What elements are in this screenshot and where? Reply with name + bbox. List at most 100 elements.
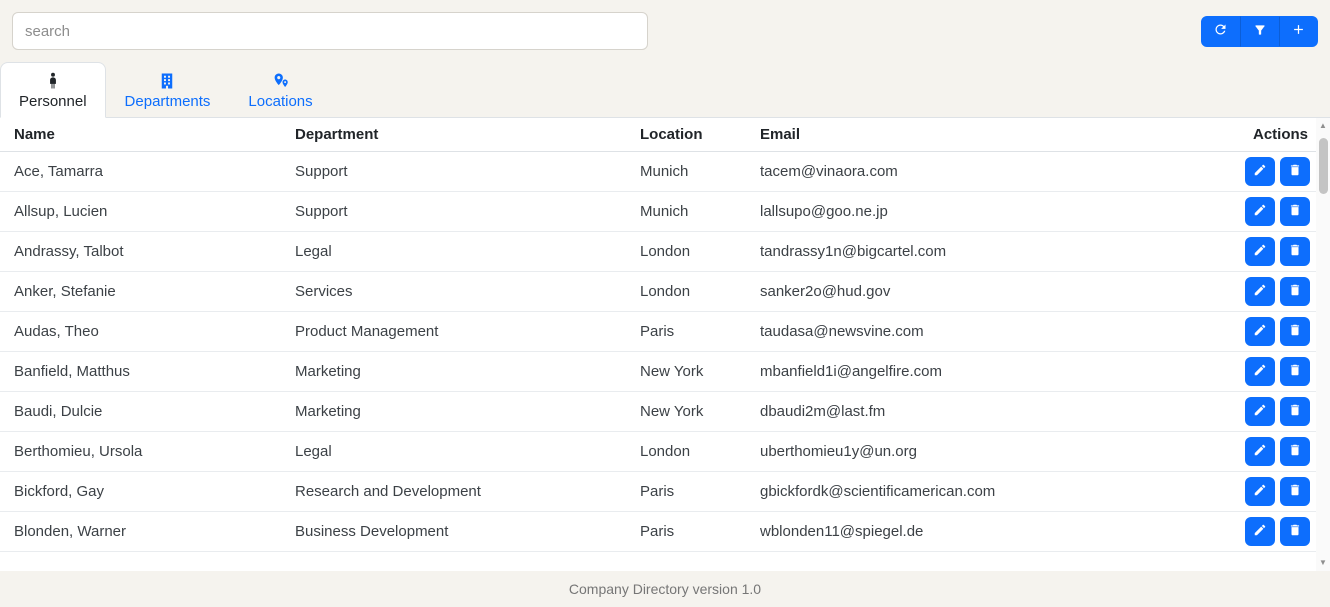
add-button[interactable]: [1279, 16, 1318, 47]
scrollbar-thumb[interactable]: [1319, 138, 1328, 194]
pencil-icon: [1253, 403, 1267, 420]
cell-location: London: [626, 272, 746, 312]
trash-icon: [1288, 283, 1302, 300]
cell-actions: [1225, 392, 1316, 432]
edit-button[interactable]: [1245, 477, 1275, 506]
cell-location: Paris: [626, 312, 746, 352]
delete-button[interactable]: [1280, 277, 1310, 306]
tab-locations[interactable]: Locations: [229, 62, 331, 118]
cell-location: Munich: [626, 192, 746, 232]
cell-email: wblonden11@spiegel.de: [746, 512, 1225, 552]
table-row: Anker, StefanieServicesLondonsanker2o@hu…: [0, 272, 1316, 312]
edit-button[interactable]: [1245, 317, 1275, 346]
table-row: Andrassy, TalbotLegalLondontandrassy1n@b…: [0, 232, 1316, 272]
edit-button[interactable]: [1245, 357, 1275, 386]
trash-icon: [1288, 243, 1302, 260]
cell-actions: [1225, 432, 1316, 472]
cell-department: Marketing: [281, 392, 626, 432]
cell-email: tandrassy1n@bigcartel.com: [746, 232, 1225, 272]
delete-button[interactable]: [1280, 197, 1310, 226]
cell-department: Legal: [281, 432, 626, 472]
cell-name: Berthomieu, Ursola: [0, 432, 281, 472]
edit-button[interactable]: [1245, 157, 1275, 186]
delete-button[interactable]: [1280, 517, 1310, 546]
funnel-icon: [1253, 23, 1267, 40]
cell-location: London: [626, 432, 746, 472]
cell-department: Marketing: [281, 352, 626, 392]
cell-department: Business Development: [281, 512, 626, 552]
table-row: Baudi, DulcieMarketingNew Yorkdbaudi2m@l…: [0, 392, 1316, 432]
col-header-location: Location: [626, 118, 746, 152]
trash-icon: [1288, 323, 1302, 340]
table-body: Ace, TamarraSupportMunichtacem@vinaora.c…: [0, 152, 1316, 552]
trash-icon: [1288, 523, 1302, 540]
pencil-icon: [1253, 243, 1267, 260]
cell-location: New York: [626, 352, 746, 392]
delete-button[interactable]: [1280, 397, 1310, 426]
delete-button[interactable]: [1280, 157, 1310, 186]
cell-email: taudasa@newsvine.com: [746, 312, 1225, 352]
edit-button[interactable]: [1245, 397, 1275, 426]
cell-actions: [1225, 512, 1316, 552]
tab-personnel[interactable]: Personnel: [0, 62, 106, 118]
col-header-name: Name: [0, 118, 281, 152]
person-icon: [44, 71, 62, 90]
footer-text: Company Directory version 1.0: [569, 581, 761, 597]
filter-button[interactable]: [1240, 16, 1279, 47]
pencil-icon: [1253, 523, 1267, 540]
table-row: Allsup, LucienSupportMunichlallsupo@goo.…: [0, 192, 1316, 232]
delete-button[interactable]: [1280, 477, 1310, 506]
delete-button[interactable]: [1280, 317, 1310, 346]
tab-departments[interactable]: Departments: [106, 62, 230, 118]
cell-location: London: [626, 232, 746, 272]
scroll-up-arrow-icon[interactable]: ▲: [1316, 118, 1330, 134]
delete-button[interactable]: [1280, 357, 1310, 386]
search-input[interactable]: [12, 12, 648, 50]
cell-actions: [1225, 272, 1316, 312]
edit-button[interactable]: [1245, 277, 1275, 306]
refresh-button[interactable]: [1201, 16, 1240, 47]
cell-department: Support: [281, 152, 626, 192]
tab-bar: Personnel Departments Locations: [0, 58, 1330, 118]
table-row: Audas, TheoProduct ManagementParistaudas…: [0, 312, 1316, 352]
pencil-icon: [1253, 443, 1267, 460]
trash-icon: [1288, 443, 1302, 460]
cell-department: Support: [281, 192, 626, 232]
table-row: Berthomieu, UrsolaLegalLondonuberthomieu…: [0, 432, 1316, 472]
table-container: Name Department Location Email Actions A…: [0, 118, 1330, 571]
cell-email: lallsupo@goo.ne.jp: [746, 192, 1225, 232]
scroll-down-arrow-icon[interactable]: ▼: [1316, 555, 1330, 571]
pencil-icon: [1253, 323, 1267, 340]
table-row: Ace, TamarraSupportMunichtacem@vinaora.c…: [0, 152, 1316, 192]
edit-button[interactable]: [1245, 517, 1275, 546]
edit-button[interactable]: [1245, 437, 1275, 466]
vertical-scrollbar[interactable]: ▲ ▼: [1316, 118, 1330, 571]
cell-department: Services: [281, 272, 626, 312]
personnel-table: Name Department Location Email Actions A…: [0, 118, 1316, 552]
cell-name: Anker, Stefanie: [0, 272, 281, 312]
col-header-department: Department: [281, 118, 626, 152]
cell-email: dbaudi2m@last.fm: [746, 392, 1225, 432]
table-header-row: Name Department Location Email Actions: [0, 118, 1316, 152]
cell-name: Allsup, Lucien: [0, 192, 281, 232]
table-row: Blonden, WarnerBusiness DevelopmentParis…: [0, 512, 1316, 552]
delete-button[interactable]: [1280, 237, 1310, 266]
cell-email: sanker2o@hud.gov: [746, 272, 1225, 312]
pencil-icon: [1253, 483, 1267, 500]
table-row: Banfield, MatthusMarketingNew Yorkmbanfi…: [0, 352, 1316, 392]
cell-actions: [1225, 312, 1316, 352]
cell-actions: [1225, 352, 1316, 392]
cell-name: Blonden, Warner: [0, 512, 281, 552]
edit-button[interactable]: [1245, 237, 1275, 266]
edit-button[interactable]: [1245, 197, 1275, 226]
footer: Company Directory version 1.0: [0, 571, 1330, 607]
cell-location: Paris: [626, 512, 746, 552]
tab-label: Locations: [248, 93, 312, 110]
pencil-icon: [1253, 363, 1267, 380]
cell-actions: [1225, 232, 1316, 272]
tab-label: Departments: [125, 93, 211, 110]
cell-location: Munich: [626, 152, 746, 192]
col-header-actions: Actions: [1225, 118, 1316, 152]
delete-button[interactable]: [1280, 437, 1310, 466]
cell-name: Banfield, Matthus: [0, 352, 281, 392]
